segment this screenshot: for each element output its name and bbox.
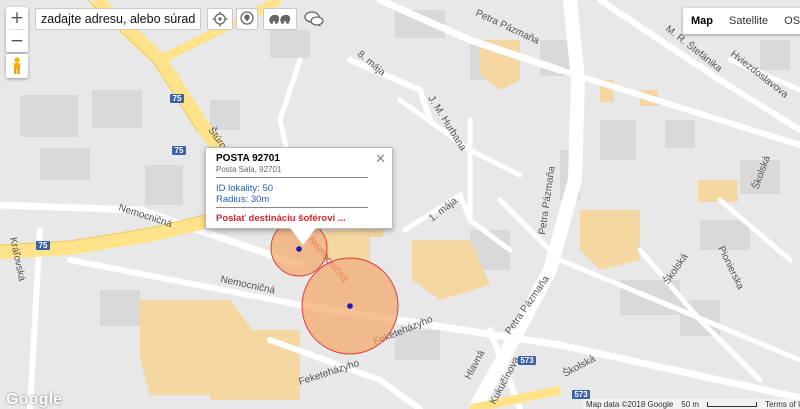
map-type-satellite-button[interactable]: Satellite bbox=[721, 8, 776, 34]
location-info-popup: ✕ POSTA 92701 Posta Sala, 92701 ID lokal… bbox=[205, 147, 393, 245]
road-shield: 573 bbox=[574, 390, 588, 399]
zoom-in-button[interactable]: + bbox=[6, 7, 28, 29]
location-marker[interactable] bbox=[347, 303, 353, 309]
google-logo: Google bbox=[6, 391, 63, 408]
close-icon[interactable]: ✕ bbox=[375, 151, 386, 167]
road-shield: 75 bbox=[39, 241, 48, 250]
pegman-icon bbox=[14, 57, 20, 74]
popup-divider bbox=[216, 177, 368, 178]
popup-divider bbox=[216, 207, 368, 208]
vehicles-icon bbox=[269, 15, 290, 24]
messages-button[interactable] bbox=[301, 8, 327, 30]
scale-label: 50 m bbox=[681, 399, 700, 409]
map-type-map-button[interactable]: Map bbox=[683, 8, 721, 34]
location-marker[interactable] bbox=[296, 246, 302, 252]
popup-radius: Radius: 30m bbox=[216, 194, 270, 205]
map-canvas[interactable]: 75 75 75 573 573 Štúrova Nemocničná Nemo… bbox=[0, 0, 800, 409]
send-destination-link[interactable]: Poslať destináciu šoférovi ... bbox=[216, 213, 346, 224]
chat-icon bbox=[304, 11, 324, 27]
street-view-button[interactable] bbox=[6, 54, 28, 78]
road-shield: 75 bbox=[173, 94, 182, 103]
map-data-text: Map data ©2018 Google bbox=[586, 399, 674, 409]
road-shield: 573 bbox=[520, 356, 534, 365]
place-marker-button[interactable] bbox=[236, 8, 258, 30]
popup-tail bbox=[290, 228, 316, 245]
zoom-control: + − bbox=[6, 7, 28, 52]
address-search-input[interactable] bbox=[35, 8, 201, 30]
map-type-osm-button[interactable]: OSM bbox=[776, 8, 800, 34]
popup-subtitle: Posta Sala, 92701 bbox=[216, 165, 282, 174]
vehicles-button[interactable] bbox=[263, 8, 297, 30]
zoom-out-button[interactable]: − bbox=[6, 30, 28, 52]
map-type-selector: Map Satellite OSM bbox=[683, 8, 800, 34]
terms-link[interactable]: Terms of Use bbox=[765, 400, 800, 409]
popup-title: POSTA 92701 bbox=[216, 153, 280, 164]
locate-button[interactable] bbox=[207, 8, 233, 30]
marker-icon bbox=[240, 11, 254, 25]
crosshair-icon bbox=[212, 11, 228, 27]
popup-location-id: ID lokality: 50 bbox=[216, 183, 274, 194]
road-shield: 75 bbox=[175, 146, 184, 155]
scale-bar bbox=[707, 401, 758, 407]
map-attribution: Map data ©2018 Google 50 m Terms of Use bbox=[583, 399, 800, 409]
